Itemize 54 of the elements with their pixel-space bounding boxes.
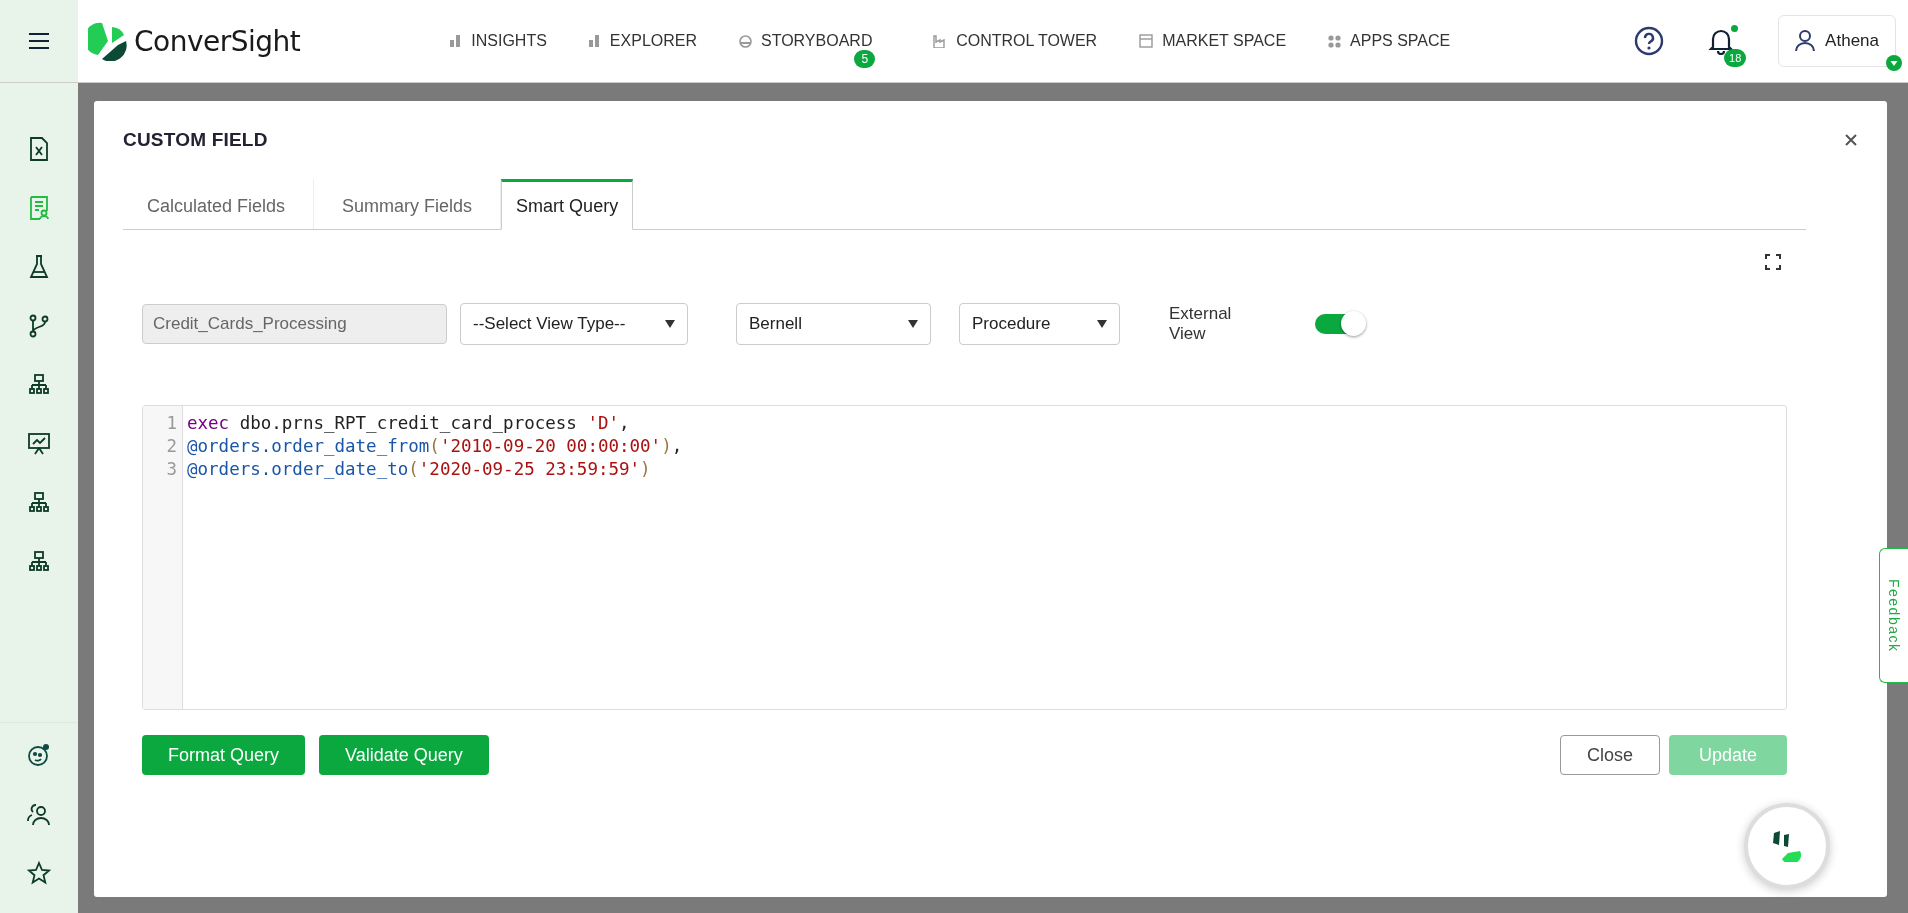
count-badge: 5 bbox=[854, 50, 876, 68]
spreadsheet-file-icon[interactable] bbox=[28, 137, 50, 161]
caret-icon bbox=[908, 320, 918, 328]
bell-icon[interactable] bbox=[1708, 27, 1735, 55]
caret-icon[interactable] bbox=[1886, 55, 1902, 71]
code-line: @orders.order_date_to('2020-09-25 23:59:59') bbox=[187, 458, 652, 481]
nav-link[interactable]: CONTROL TOWER bbox=[933, 32, 1098, 50]
nav-link[interactable]: STORYBOARD bbox=[739, 32, 873, 50]
smile-logo-icon bbox=[1772, 830, 1802, 862]
caret-icon bbox=[665, 320, 675, 328]
dialog-title: CUSTOM FIELD bbox=[123, 129, 268, 151]
star-icon[interactable] bbox=[27, 861, 51, 885]
factory-icon bbox=[933, 34, 948, 48]
flask-icon[interactable] bbox=[28, 255, 50, 279]
close-icon[interactable] bbox=[1845, 134, 1857, 146]
action-button[interactable]: Close bbox=[1559, 735, 1660, 775]
store-icon bbox=[1139, 34, 1154, 48]
nav-link[interactable]: APPS SPACE bbox=[1328, 32, 1451, 50]
logo-icon bbox=[88, 21, 128, 61]
bar-chart-icon bbox=[450, 35, 463, 47]
external-view-label: External View bbox=[1169, 303, 1233, 345]
presentation-icon[interactable] bbox=[28, 432, 50, 456]
nav-link[interactable]: MARKET SPACE bbox=[1139, 32, 1287, 50]
code-editor[interactable]: 1 2 3 exec dbo.prns_RPT_credit_card_process 'D', @orders.order_date_from('2010-09-20 00:00:00'), @orders.order_date_to('2020-09-25 23:59:59') bbox=[142, 405, 1787, 710]
line-number: 3 bbox=[165, 458, 177, 481]
code-line: @orders.order_date_from('2010-09-20 00:00:00'), bbox=[187, 435, 683, 458]
notification-count: 18 bbox=[1724, 49, 1747, 67]
caret-icon bbox=[1097, 320, 1107, 328]
menu-icon[interactable] bbox=[28, 32, 50, 50]
branch-icon[interactable] bbox=[28, 314, 50, 338]
hierarchy-icon[interactable] bbox=[28, 550, 50, 574]
nav-link[interactable]: EXPLORER bbox=[588, 32, 697, 50]
code-line: exec dbo.prns_RPT_credit_card_process 'D', bbox=[187, 412, 631, 435]
bar-chart-icon bbox=[588, 35, 601, 47]
user-icon bbox=[1795, 30, 1816, 52]
tab[interactable]: Calculated Fields bbox=[123, 179, 315, 229]
connection-dropdown[interactable]: Bernell bbox=[736, 303, 931, 345]
gauge-icon bbox=[739, 34, 752, 48]
query-type-dropdown[interactable]: Procedure bbox=[959, 303, 1120, 345]
tab[interactable]: Smart Query bbox=[501, 179, 634, 230]
users-icon[interactable] bbox=[27, 802, 51, 826]
fullscreen-icon[interactable] bbox=[1765, 254, 1781, 270]
apps-icon bbox=[1328, 34, 1342, 48]
line-number: 2 bbox=[165, 435, 177, 458]
view-type-dropdown[interactable]: --Select View Type-- bbox=[460, 303, 688, 345]
help-icon[interactable] bbox=[1634, 26, 1665, 56]
bot-icon[interactable] bbox=[27, 743, 51, 767]
brand-name: ConverSight bbox=[134, 24, 301, 58]
hierarchy-icon[interactable] bbox=[28, 373, 50, 397]
user-menu[interactable]: Athena bbox=[1778, 15, 1896, 67]
external-view-toggle[interactable] bbox=[1315, 314, 1363, 334]
nav-link[interactable]: INSIGHTS bbox=[450, 32, 547, 50]
line-number: 1 bbox=[165, 412, 177, 435]
hierarchy-icon[interactable] bbox=[28, 491, 50, 515]
